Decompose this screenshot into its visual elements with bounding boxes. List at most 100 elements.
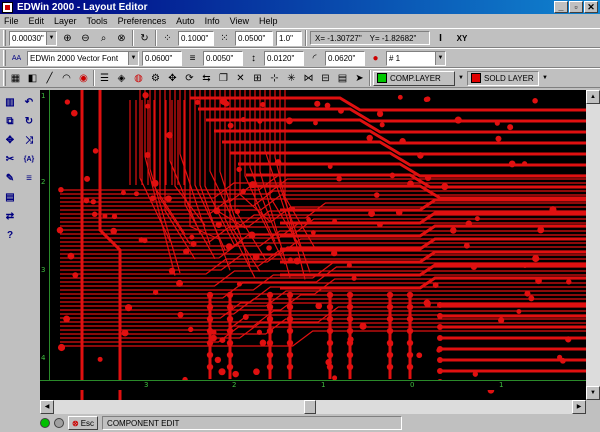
menu-help[interactable]: Help: [259, 16, 278, 26]
grid-value: 0.00030": [12, 33, 44, 43]
arc-combo[interactable]: 0.0620": [325, 50, 365, 66]
line-width-combo[interactable]: 0.0050": [203, 50, 243, 66]
ruler-label: 2: [41, 178, 46, 186]
scroll-corner: [586, 400, 600, 414]
title-bar: EDWin 2000 - Layout Editor _ ▫ ✕: [0, 0, 600, 14]
tool-cut-icon[interactable]: ✂: [2, 151, 18, 167]
text-font-icon[interactable]: AA: [9, 51, 24, 66]
y-coordinate: Y= -1.82682": [369, 33, 417, 43]
minimize-button[interactable]: _: [554, 1, 568, 13]
via-icon[interactable]: ◉: [76, 71, 91, 86]
menu-file[interactable]: File: [4, 16, 19, 26]
separator: [93, 70, 95, 86]
sold-layer-toggle[interactable]: SOLD LAYER: [467, 70, 539, 86]
mode-button[interactable]: I: [433, 31, 448, 46]
close-button[interactable]: ✕: [584, 1, 598, 13]
maximize-button[interactable]: ▫: [569, 1, 583, 13]
tool-select-icon[interactable]: ▥: [2, 94, 18, 110]
tool-move-icon[interactable]: ✥: [2, 132, 18, 148]
snap-combo[interactable]: 0.1000": [178, 30, 214, 46]
grid-toggle-icon[interactable]: ⊟: [318, 71, 333, 86]
pad-combo[interactable]: # 1 ▼: [386, 50, 446, 66]
vertical-scrollbar[interactable]: ▲ ▼: [586, 90, 600, 400]
line-width-icon[interactable]: ≡: [185, 51, 200, 66]
mirror-icon[interactable]: ⇆: [199, 71, 214, 86]
zoom-in-icon[interactable]: ⊕: [60, 31, 75, 46]
tool-attribute-icon[interactable]: {A}: [21, 151, 37, 167]
zoom-fit-icon[interactable]: ⊗: [114, 31, 129, 46]
tool-help-icon[interactable]: ?: [2, 227, 18, 243]
track-icon[interactable]: ╱: [42, 71, 57, 86]
scroll-up-icon[interactable]: ▲: [586, 90, 600, 104]
rotate-icon[interactable]: ⟳: [182, 71, 197, 86]
report-icon[interactable]: ▤: [335, 71, 350, 86]
pcb-canvas[interactable]: [40, 90, 586, 400]
menu-layer[interactable]: Layer: [54, 16, 77, 26]
cursor-icon[interactable]: ➤: [352, 71, 367, 86]
arc-tool-icon[interactable]: ◠: [59, 71, 74, 86]
tool-undo-icon[interactable]: ↶: [21, 94, 37, 110]
status-mode-panel: COMPONENT EDIT: [102, 416, 403, 430]
copy-icon[interactable]: ❐: [216, 71, 231, 86]
separator: [132, 30, 134, 46]
tool-properties-icon[interactable]: ▤: [2, 189, 18, 205]
grid-combo[interactable]: 0.00030" ▼: [9, 30, 57, 46]
zoom-out-icon[interactable]: ⊖: [78, 31, 93, 46]
horizontal-scrollbar[interactable]: ◀ ▶: [40, 400, 586, 414]
delete-icon[interactable]: ✕: [233, 71, 248, 86]
menu-view[interactable]: View: [230, 16, 249, 26]
scroll-thumb[interactable]: [304, 400, 316, 414]
layers-icon[interactable]: ☰: [97, 71, 112, 86]
tool-redo-icon[interactable]: ↻: [21, 113, 37, 129]
scroll-left-icon[interactable]: ◀: [40, 400, 54, 414]
scroll-down-icon[interactable]: ▼: [586, 386, 600, 400]
settings-icon[interactable]: ⚙: [148, 71, 163, 86]
menu-edit[interactable]: Edit: [29, 16, 45, 26]
component-icon[interactable]: ▦: [8, 71, 23, 86]
chevron-down-icon[interactable]: ▼: [541, 71, 549, 86]
net-icon[interactable]: ⋈: [301, 71, 316, 86]
zoom-combo[interactable]: 1.0": [276, 30, 302, 46]
menu-auto[interactable]: Auto: [176, 16, 195, 26]
arc-icon[interactable]: ◜: [307, 51, 322, 66]
vertical-ruler: 1 2 3 4: [40, 90, 50, 380]
menu-preferences[interactable]: Preferences: [118, 16, 167, 26]
tool-route-icon[interactable]: ⇄: [2, 208, 18, 224]
chevron-down-icon: ▼: [46, 31, 56, 45]
menu-tools[interactable]: Tools: [87, 16, 108, 26]
chevron-down-icon[interactable]: ▼: [457, 71, 465, 86]
comp-layer-swatch: [377, 73, 387, 83]
tool-group-icon[interactable]: ⧉: [2, 113, 18, 129]
zoom-window-icon[interactable]: ⌕: [96, 31, 111, 46]
spacing-icon[interactable]: ⁙: [217, 31, 232, 46]
align-icon[interactable]: ⊞: [250, 71, 265, 86]
snap-value: 0.1000": [181, 33, 209, 43]
tool-flip-icon[interactable]: ⤨: [21, 132, 37, 148]
pin-icon[interactable]: ●: [368, 51, 383, 66]
drc-icon[interactable]: ◍: [131, 71, 146, 86]
refresh-icon[interactable]: ↻: [137, 31, 152, 46]
menu-info[interactable]: Info: [205, 16, 220, 26]
comp-layer-toggle[interactable]: COMP.LAYER: [373, 70, 455, 86]
scroll-right-icon[interactable]: ▶: [572, 400, 586, 414]
spacing-combo[interactable]: 0.0500": [235, 30, 273, 46]
left-toolbox: ▥ ⧉ ✥ ✂ ✎ ▤ ⇄ ? ↶ ↻ ⤨ {A} ≡: [0, 90, 40, 400]
status-led-green: [40, 418, 50, 428]
xy-button[interactable]: XY: [451, 31, 473, 46]
tool-lines-icon[interactable]: ≡: [21, 170, 37, 186]
measure-icon[interactable]: ⊹: [267, 71, 282, 86]
palette-icon[interactable]: ◈: [114, 71, 129, 86]
font-combo[interactable]: EDWin 2000 Vector Font ▼: [27, 50, 139, 66]
route-icon[interactable]: ✳: [284, 71, 299, 86]
esc-button[interactable]: ⊗ Esc: [68, 416, 99, 430]
via-size-combo[interactable]: 0.0120": [264, 50, 304, 66]
coordinate-readout: X= -1.30727" Y= -1.82682": [310, 31, 430, 45]
ruler-label: 0: [410, 381, 415, 389]
text-height-combo[interactable]: 0.0600": [142, 50, 182, 66]
arc-value: 0.0620": [328, 53, 356, 63]
tool-edit-icon[interactable]: ✎: [2, 170, 18, 186]
move-icon[interactable]: ✥: [165, 71, 180, 86]
grid-dots-icon[interactable]: ⁘: [160, 31, 175, 46]
pad-icon[interactable]: ◧: [25, 71, 40, 86]
via-size-icon[interactable]: ↕: [246, 51, 261, 66]
